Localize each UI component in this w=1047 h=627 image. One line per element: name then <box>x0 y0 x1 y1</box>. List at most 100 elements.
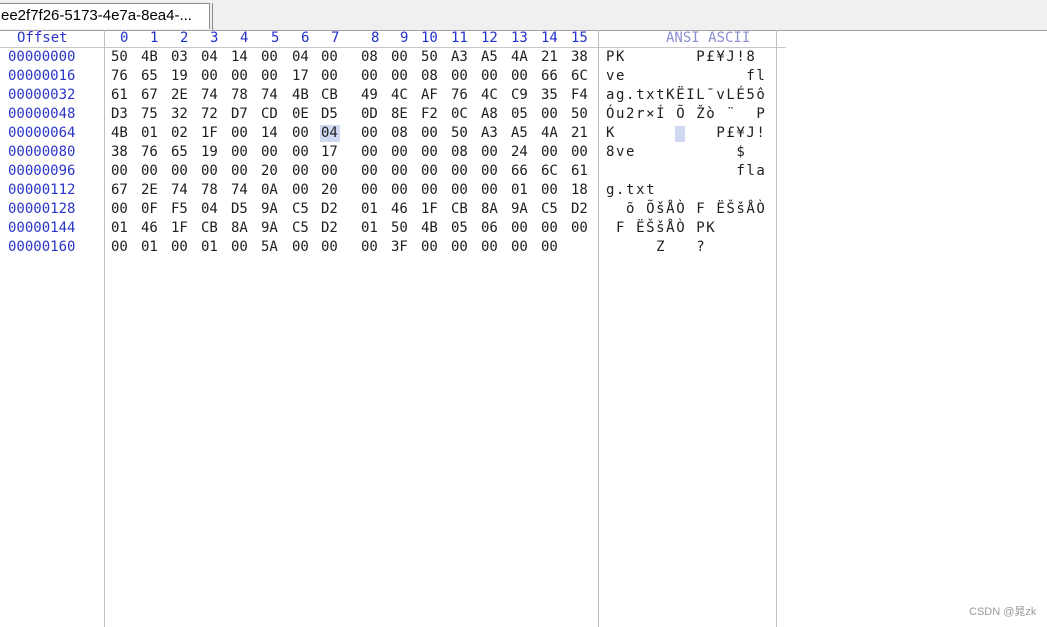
hex-byte[interactable]: 74 <box>171 181 188 200</box>
hex-byte[interactable]: 00 <box>292 143 309 162</box>
ascii-text[interactable]: fla <box>606 162 766 181</box>
hex-byte[interactable]: 00 <box>451 238 468 257</box>
hex-byte[interactable]: 00 <box>481 143 498 162</box>
hex-byte[interactable]: 1F <box>171 219 188 238</box>
hex-byte[interactable]: CB <box>451 200 468 219</box>
hex-byte[interactable]: 8A <box>231 219 248 238</box>
hex-byte[interactable]: 00 <box>201 162 218 181</box>
hex-byte[interactable]: 00 <box>421 181 438 200</box>
hex-byte[interactable]: 19 <box>171 67 188 86</box>
hex-byte[interactable]: 19 <box>201 143 218 162</box>
hex-byte[interactable]: 00 <box>511 219 528 238</box>
hex-byte[interactable]: 00 <box>231 238 248 257</box>
hex-byte[interactable]: F4 <box>571 86 588 105</box>
hex-byte[interactable]: 00 <box>451 67 468 86</box>
hex-byte[interactable]: 00 <box>481 238 498 257</box>
hex-byte[interactable]: 61 <box>111 86 128 105</box>
hex-byte[interactable]: 00 <box>391 67 408 86</box>
hex-byte[interactable]: 00 <box>111 238 128 257</box>
hex-byte[interactable]: 08 <box>421 67 438 86</box>
hex-byte[interactable]: 00 <box>481 181 498 200</box>
hex-byte[interactable]: 2E <box>141 181 158 200</box>
hex-byte[interactable]: 14 <box>261 124 278 143</box>
hex-byte[interactable]: 00 <box>451 181 468 200</box>
hex-byte[interactable]: 01 <box>111 219 128 238</box>
ascii-text[interactable]: K P£¥J! <box>606 124 766 143</box>
hex-byte[interactable]: 00 <box>511 67 528 86</box>
ascii-text[interactable]: F ËŠšÅÒ PK <box>606 219 756 238</box>
hex-byte[interactable]: 00 <box>261 143 278 162</box>
ascii-text[interactable]: Óu2r×Í Õ Žò ¨ P <box>606 105 766 124</box>
hex-byte[interactable]: 17 <box>321 143 338 162</box>
hex-byte[interactable]: 00 <box>111 162 128 181</box>
hex-byte[interactable]: 20 <box>261 162 278 181</box>
hex-byte[interactable]: 78 <box>201 181 218 200</box>
hex-byte[interactable]: 00 <box>391 48 408 67</box>
hex-byte[interactable]: D5 <box>321 105 338 124</box>
ascii-text[interactable]: PK P£¥J!8 <box>606 48 756 67</box>
hex-byte[interactable]: 74 <box>231 181 248 200</box>
hex-byte[interactable]: 00 <box>361 162 378 181</box>
hex-byte[interactable]: 00 <box>231 143 248 162</box>
hex-byte[interactable]: 0F <box>141 200 158 219</box>
hex-byte[interactable]: 49 <box>361 86 378 105</box>
hex-byte[interactable]: 00 <box>361 181 378 200</box>
hex-byte[interactable]: 50 <box>571 105 588 124</box>
hex-byte[interactable]: A5 <box>511 124 528 143</box>
hex-byte[interactable]: 9A <box>511 200 528 219</box>
hex-byte[interactable]: 00 <box>361 67 378 86</box>
hex-byte[interactable]: 05 <box>511 105 528 124</box>
hex-byte[interactable]: 4A <box>541 124 558 143</box>
ascii-text[interactable]: 8ve $ <box>606 143 766 162</box>
hex-byte[interactable]: 00 <box>321 48 338 67</box>
hex-byte[interactable]: F2 <box>421 105 438 124</box>
hex-byte[interactable]: 35 <box>541 86 558 105</box>
ascii-text[interactable]: g.txt <box>606 181 766 200</box>
file-tab[interactable]: ee2f7f26-5173-4e7a-8ea4-... <box>0 3 210 29</box>
hex-byte[interactable]: 00 <box>421 124 438 143</box>
hex-byte[interactable]: 6C <box>541 162 558 181</box>
hex-byte[interactable]: 4C <box>481 86 498 105</box>
hex-byte[interactable]: 1F <box>201 124 218 143</box>
hex-byte[interactable]: 05 <box>451 219 468 238</box>
hex-byte[interactable]: 01 <box>141 238 158 257</box>
hex-byte[interactable]: A8 <box>481 105 498 124</box>
hex-byte[interactable]: 00 <box>111 200 128 219</box>
hex-byte[interactable]: 00 <box>541 143 558 162</box>
hex-byte[interactable]: 00 <box>361 143 378 162</box>
ascii-text[interactable]: ve fl <box>606 67 766 86</box>
hex-byte[interactable]: 9A <box>261 219 278 238</box>
hex-byte[interactable]: 0D <box>361 105 378 124</box>
hex-byte[interactable]: 2E <box>171 86 188 105</box>
hex-byte[interactable]: 00 <box>391 181 408 200</box>
hex-byte[interactable]: 00 <box>361 124 378 143</box>
hex-byte[interactable]: 01 <box>511 181 528 200</box>
hex-byte[interactable]: 67 <box>141 86 158 105</box>
hex-byte[interactable]: 03 <box>171 48 188 67</box>
hex-byte[interactable]: D2 <box>321 219 338 238</box>
hex-byte[interactable]: C5 <box>541 200 558 219</box>
hex-byte[interactable]: 04 <box>201 200 218 219</box>
hex-byte[interactable]: 50 <box>111 48 128 67</box>
hex-byte[interactable]: 78 <box>231 86 248 105</box>
hex-byte[interactable]: 67 <box>111 181 128 200</box>
hex-byte[interactable]: 66 <box>541 67 558 86</box>
hex-byte[interactable]: CB <box>321 86 338 105</box>
hex-byte[interactable]: 4B <box>292 86 309 105</box>
hex-byte[interactable]: C9 <box>511 86 528 105</box>
hex-byte[interactable]: D2 <box>321 200 338 219</box>
hex-byte[interactable]: 65 <box>141 67 158 86</box>
hex-byte[interactable]: 00 <box>481 162 498 181</box>
hex-byte[interactable]: 61 <box>571 162 588 181</box>
hex-byte[interactable]: 17 <box>292 67 309 86</box>
hex-byte[interactable]: 08 <box>361 48 378 67</box>
ascii-text[interactable]: ag.txtKËIL¯vLÉ5ô <box>606 86 766 105</box>
hex-byte[interactable]: 24 <box>511 143 528 162</box>
hex-byte[interactable]: 50 <box>421 48 438 67</box>
hex-byte[interactable]: 00 <box>141 162 158 181</box>
hex-byte[interactable]: 50 <box>451 124 468 143</box>
hex-byte[interactable]: 06 <box>481 219 498 238</box>
hex-byte[interactable]: 4C <box>391 86 408 105</box>
hex-byte[interactable]: D7 <box>231 105 248 124</box>
hex-byte[interactable]: 00 <box>481 67 498 86</box>
